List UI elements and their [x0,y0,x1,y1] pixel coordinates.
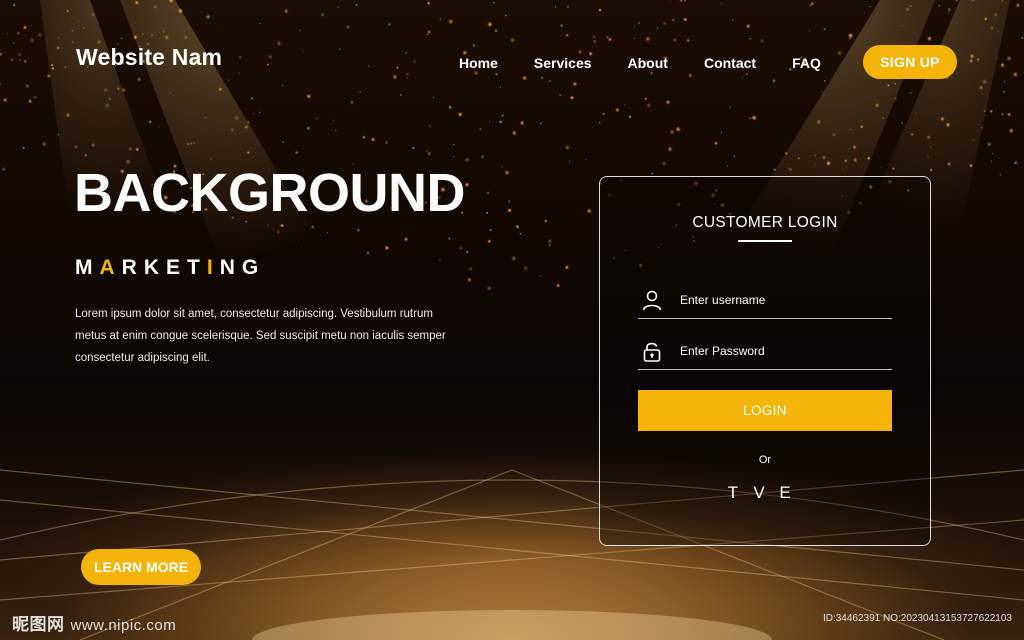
nav-contact[interactable]: Contact [704,55,756,71]
password-input[interactable] [680,341,885,361]
hero-subtitle-highlight: I [206,256,220,279]
top-navigation: Website Nam Home Services About Contact … [0,0,1024,100]
hero-description: Lorem ipsum dolor sit amet, consectetur … [75,308,446,364]
username-field [638,286,892,319]
vimeo-icon[interactable]: V [753,483,765,503]
nav-about[interactable]: About [628,55,668,71]
username-input[interactable] [680,290,885,310]
user-icon [642,290,662,311]
password-field [638,337,892,370]
hero-subtitle-highlight: A [99,256,122,279]
hero-subtitle-part: RKET [121,256,207,279]
nav-faq[interactable]: FAQ [792,55,821,71]
hero-title: BACKGROUND [74,163,465,223]
nav-home[interactable]: Home [459,55,498,71]
login-title: CUSTOMER LOGIN [692,214,838,231]
email-icon[interactable]: E [779,483,791,503]
watermark-brand: 昵图网 [12,615,65,634]
learn-more-button[interactable]: LEARN MORE [81,549,201,585]
site-brand[interactable]: Website Nam [76,44,222,71]
watermark-id: ID:34462391 NO:20230413153727622103 [822,613,1012,624]
hero-subtitle-part: NG [219,256,266,279]
login-button[interactable]: LOGIN [638,390,892,431]
signup-button[interactable]: SIGN UP [863,45,957,79]
twitter-icon[interactable]: T [727,483,739,503]
login-card: CUSTOMER LOGIN LOGIN Or T V E [599,176,931,546]
nav-links: Home Services About Contact FAQ [459,55,857,71]
login-title-underline [738,240,792,242]
watermark-site: www.nipic.com [70,617,177,634]
nav-services[interactable]: Services [534,55,592,71]
hero-subtitle: MARKETING [75,256,265,280]
or-divider-label: Or [758,454,772,466]
hero-subtitle-part: M [75,256,100,279]
watermark-left: 昵图网 www.nipic.com [12,610,176,635]
social-login-row: T V E [727,483,791,503]
lock-icon [643,342,661,362]
